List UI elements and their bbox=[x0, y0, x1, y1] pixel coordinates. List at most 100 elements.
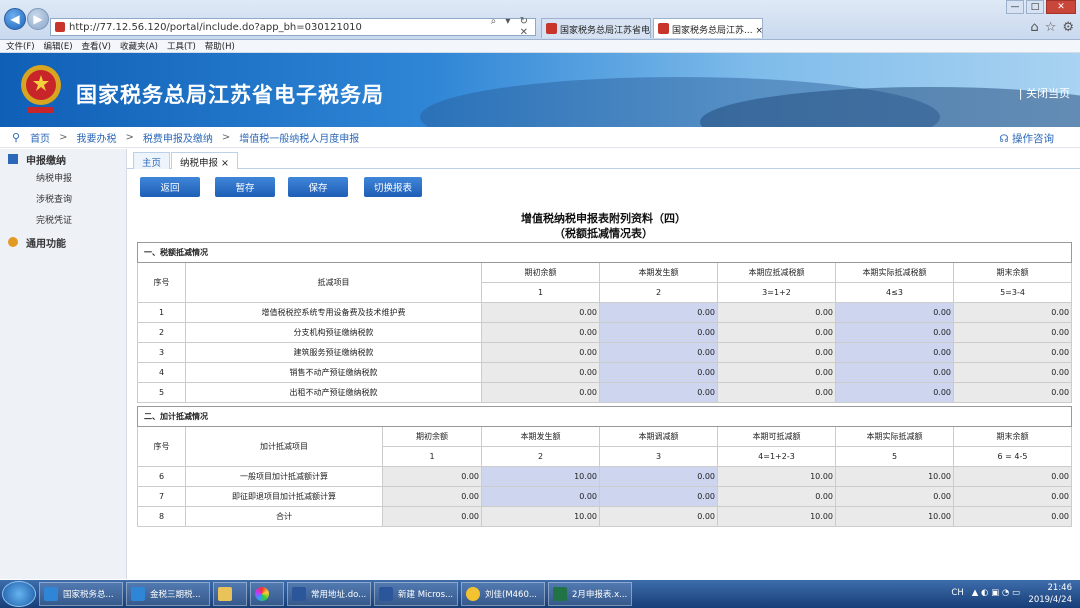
menu-bar: 文件(F) 编辑(E) 查看(V) 收藏夹(A) 工具(T) 帮助(H) bbox=[0, 40, 1080, 53]
amount-cell: 0.00 bbox=[717, 382, 836, 403]
browser-tab-2[interactable]: 国家税务总局江苏... × bbox=[653, 18, 763, 38]
column-formula: 5 bbox=[835, 446, 954, 467]
tray-icons[interactable]: ▲ ◐ ▣ ◔ ▭ bbox=[972, 588, 1020, 598]
amount-cell[interactable]: 0.00 bbox=[599, 466, 718, 487]
help-consult-link[interactable]: ☊ 操作咨询 bbox=[999, 131, 1054, 146]
site-banner: 国家税务总局江苏省电子税务局 | 关闭当页 bbox=[0, 53, 1080, 127]
amount-cell[interactable]: 0.00 bbox=[481, 486, 600, 507]
amount-cell: 0.00 bbox=[717, 302, 836, 323]
general-functions-icon bbox=[8, 237, 18, 247]
windows-taskbar: 国家税务总... 金税三期税... 常用地址.do... 新建 Micros..… bbox=[0, 580, 1080, 608]
tax-offset-table: 一、税额抵减情况 序号 抵减项目 期初余额 本期发生额 本期应抵减税额 本期实际… bbox=[136, 242, 1073, 403]
sidebar: 申报缴纳 纳税申报 涉税查询 完税凭证 通用功能 bbox=[0, 149, 127, 579]
headset-icon: ☊ bbox=[999, 133, 1012, 145]
breadcrumb-tax-tasks[interactable]: 我要办税 bbox=[76, 130, 116, 145]
table-row: 3 建筑服务预征缴纳税款 0.00 0.00 0.00 0.00 0.00 bbox=[137, 342, 1073, 363]
taskbar-label: 刘佳(M460... bbox=[485, 590, 537, 600]
amount-cell[interactable]: 0.00 bbox=[599, 486, 718, 507]
column-header: 本期调减额 bbox=[599, 426, 718, 447]
taskbar-item-paint[interactable] bbox=[250, 582, 284, 606]
language-indicator[interactable]: CH bbox=[951, 588, 963, 598]
breadcrumb-separator: > bbox=[59, 132, 68, 143]
amount-cell[interactable]: 0.00 bbox=[599, 382, 718, 403]
breadcrumb-tax-filing[interactable]: 税费申报及缴纳 bbox=[143, 130, 213, 145]
breadcrumb-home[interactable]: 首页 bbox=[30, 130, 50, 145]
minimize-button[interactable]: — bbox=[1006, 0, 1024, 14]
column-formula: 4=1+2-3 bbox=[717, 446, 836, 467]
settings-gear-icon[interactable]: ⚙ bbox=[1062, 20, 1074, 35]
sidebar-item-tax-filing[interactable]: 纳税申报 bbox=[0, 169, 126, 190]
sidebar-section-general[interactable]: 通用功能 bbox=[0, 232, 126, 252]
taskbar-item-messenger[interactable]: 刘佳(M460... bbox=[461, 582, 545, 606]
row-item: 出租不动产预征缴纳税款 bbox=[185, 382, 482, 403]
amount-cell[interactable]: 0.00 bbox=[835, 302, 954, 323]
table-row: 4 销售不动产预征缴纳税款 0.00 0.00 0.00 0.00 0.00 bbox=[137, 362, 1073, 383]
address-controls[interactable]: ⌕ ▾ ↻ ✕ bbox=[475, 16, 535, 38]
messenger-icon bbox=[466, 587, 480, 601]
amount-cell: 0.00 bbox=[717, 362, 836, 383]
amount-cell[interactable]: 0.00 bbox=[835, 342, 954, 363]
site-icon bbox=[546, 23, 557, 34]
menu-help[interactable]: 帮助(H) bbox=[205, 40, 235, 52]
table-row: 2 分支机构预征缴纳税款 0.00 0.00 0.00 0.00 0.00 bbox=[137, 322, 1073, 343]
sidebar-item-tax-query[interactable]: 涉税查询 bbox=[0, 190, 126, 211]
back-button[interactable]: ◀ bbox=[4, 8, 26, 30]
row-item: 建筑服务预征缴纳税款 bbox=[185, 342, 482, 363]
amount-cell: 0.00 bbox=[481, 302, 600, 323]
section-title: 二、加计抵减情况 bbox=[137, 406, 1072, 427]
tab-home[interactable]: 主页 bbox=[133, 152, 171, 169]
favorites-star-icon[interactable]: ☆ bbox=[1045, 20, 1057, 35]
menu-view[interactable]: 查看(V) bbox=[82, 40, 111, 52]
amount-cell[interactable]: 0.00 bbox=[599, 302, 718, 323]
home-icon[interactable]: ⌂ bbox=[1030, 20, 1038, 35]
amount-cell: 0.00 bbox=[953, 486, 1072, 507]
clock[interactable]: 21:46 2019/4/24 bbox=[1028, 582, 1072, 606]
amount-cell[interactable]: 0.00 bbox=[835, 362, 954, 383]
amount-cell[interactable]: 0.00 bbox=[599, 362, 718, 383]
start-button[interactable] bbox=[2, 581, 36, 607]
taskbar-item-word-2[interactable]: 新建 Micros... bbox=[374, 582, 458, 606]
browser-tab-1[interactable]: 国家税务总局江苏省电... bbox=[541, 18, 651, 38]
save-draft-button[interactable]: 暂存 bbox=[215, 177, 275, 197]
amount-cell: 0.00 bbox=[382, 486, 482, 507]
taskbar-item-ie-2[interactable]: 金税三期税... bbox=[126, 582, 210, 606]
menu-favorites[interactable]: 收藏夹(A) bbox=[120, 40, 158, 52]
column-header: 加计抵减项目 bbox=[185, 426, 383, 467]
amount-cell[interactable]: 10.00 bbox=[481, 466, 600, 487]
amount-cell[interactable]: 0.00 bbox=[599, 342, 718, 363]
maximize-button[interactable]: □ bbox=[1026, 0, 1044, 14]
menu-tools[interactable]: 工具(T) bbox=[167, 40, 196, 52]
sidebar-item-tax-certificate[interactable]: 完税凭证 bbox=[0, 211, 126, 232]
taskbar-item-word-1[interactable]: 常用地址.do... bbox=[287, 582, 371, 606]
menu-file[interactable]: 文件(F) bbox=[6, 40, 35, 52]
taskbar-item-excel[interactable]: 2月申报表.x... bbox=[548, 582, 632, 606]
column-header: 期初余额 bbox=[382, 426, 482, 447]
amount-cell[interactable]: 0.00 bbox=[835, 322, 954, 343]
row-seq: 3 bbox=[137, 342, 186, 363]
tab-tax-filing[interactable]: 纳税申报 × bbox=[171, 152, 238, 169]
switch-form-button[interactable]: 切换报表 bbox=[364, 177, 422, 197]
save-button[interactable]: 保存 bbox=[288, 177, 348, 197]
taskbar-item-ie-1[interactable]: 国家税务总... bbox=[39, 582, 123, 606]
amount-cell[interactable]: 0.00 bbox=[835, 382, 954, 403]
sidebar-section-filing[interactable]: 申报缴纳 bbox=[0, 149, 126, 169]
form-subtitle: （税额抵减情况表） bbox=[554, 227, 653, 240]
amount-cell[interactable]: 0.00 bbox=[599, 322, 718, 343]
amount-cell: 0.00 bbox=[953, 506, 1072, 527]
amount-cell: 10.00 bbox=[835, 506, 954, 527]
table-row: 1 增值税税控系统专用设备费及技术维护费 0.00 0.00 0.00 0.00 0.00 bbox=[137, 302, 1073, 323]
close-page-link[interactable]: | 关闭当页 bbox=[1019, 85, 1070, 101]
close-window-button[interactable]: ✕ bbox=[1046, 0, 1076, 14]
tab-label: 国家税务总局江苏... × bbox=[672, 26, 763, 36]
forward-button[interactable]: ▶ bbox=[27, 8, 49, 30]
taskbar-item-explorer[interactable] bbox=[213, 582, 247, 606]
breadcrumb-vat-monthly[interactable]: 增值税一般纳税人月度申报 bbox=[239, 130, 359, 145]
window-controls: — □ ✕ bbox=[1006, 0, 1076, 14]
folder-icon bbox=[218, 587, 232, 601]
url-text[interactable]: http://77.12.56.120/portal/include.do?ap… bbox=[69, 22, 475, 33]
amount-cell: 10.00 bbox=[717, 506, 836, 527]
page-icon bbox=[55, 22, 65, 32]
address-bar[interactable]: http://77.12.56.120/portal/include.do?ap… bbox=[50, 16, 536, 38]
menu-edit[interactable]: 编辑(E) bbox=[44, 40, 73, 52]
back-return-button[interactable]: 返回 bbox=[140, 177, 200, 197]
